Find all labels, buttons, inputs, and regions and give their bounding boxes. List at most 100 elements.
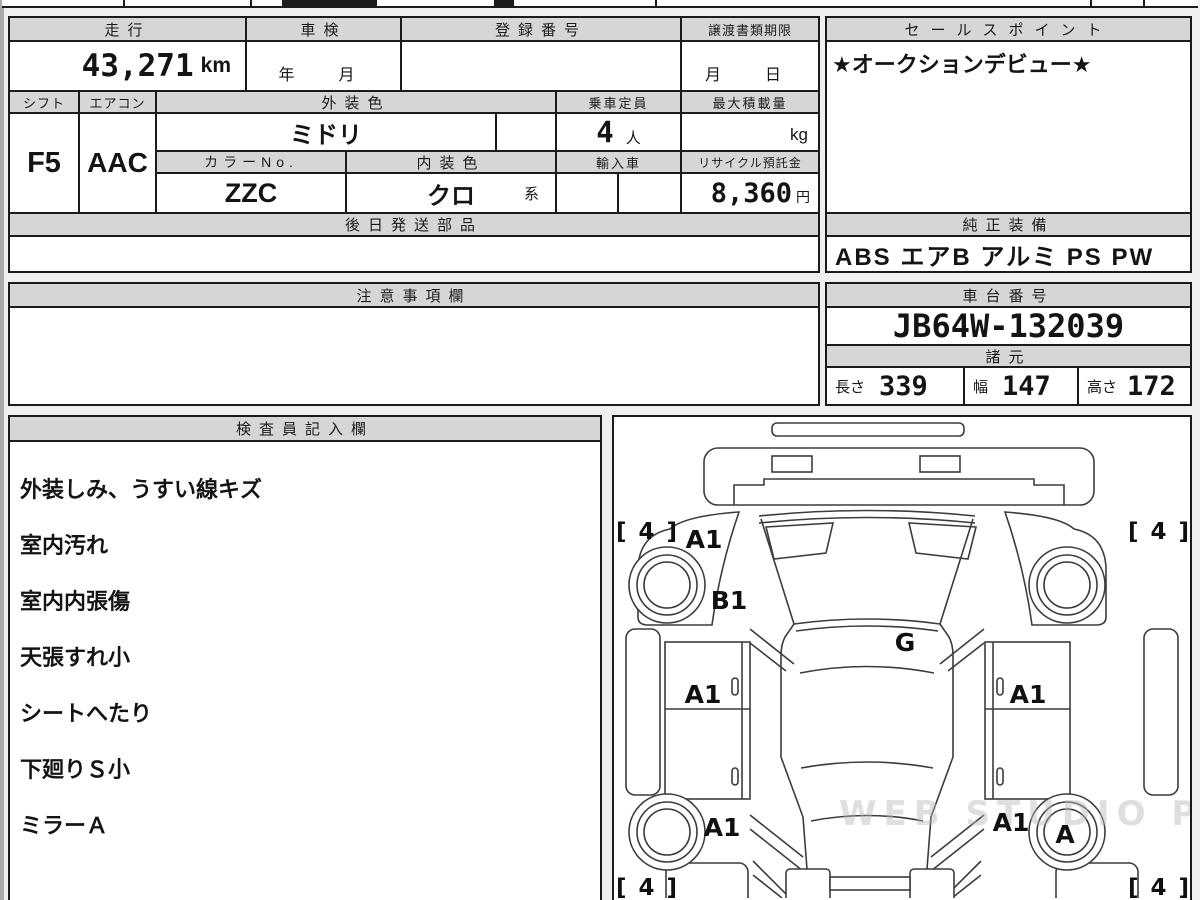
mileage-unit: km (200, 54, 231, 77)
interior-color-text: クロ (427, 182, 475, 210)
windshield-arc-2 (758, 516, 976, 524)
spec-width-value: 147 (1002, 370, 1051, 402)
capacity-unit: 人 (625, 129, 641, 147)
cowl-arc-2 (795, 625, 939, 632)
shaken-header: 車検 (245, 16, 402, 42)
cutoff-row (2, 0, 1198, 8)
sales-point-header: セールスポイント (825, 16, 1192, 42)
exterior-color-sub-empty (495, 112, 557, 152)
cutoff-text-fragment (282, 0, 377, 7)
capacity-header: 乗車定員 (555, 90, 682, 114)
color-no-header: カラーNo. (155, 150, 347, 174)
hood-edge-left (760, 518, 795, 625)
mileage-header: 走行 (8, 16, 247, 42)
aircon-header: エアコン (78, 90, 157, 114)
mark-windshield: G (895, 628, 916, 657)
max-load-value: kg (680, 112, 820, 152)
left-sill-panel (625, 628, 661, 796)
rear-bumper-center (829, 876, 911, 891)
chassis-header: 車台番号 (825, 282, 1192, 308)
front-right-wheel (1028, 546, 1106, 624)
cutoff-divider (250, 0, 252, 8)
mark-rear-left-quarter: A1 (704, 813, 741, 842)
import-header: 輸入車 (555, 150, 682, 174)
recycle-number: 8,360 (710, 177, 792, 209)
connector-front-right (939, 628, 985, 672)
spec-length-label: 長さ (835, 378, 866, 396)
cabin-arc-mid (800, 761, 934, 769)
cutoff-text-fragment (494, 0, 514, 7)
windshield-pane-left (764, 522, 835, 560)
recycle-unit: 円 (796, 189, 810, 205)
inspector-lines: 外装しみ、うすい線キズ 室内汚れ 室内内張傷 天張すれ小 シートへたり 下廻りＳ… (10, 442, 600, 874)
car-diagram: WEB STUDIO PRO [ 4 ] [ 4 ] [ 4 ] [ 4 ] A… (616, 422, 1190, 900)
front-left-wheel (628, 546, 706, 624)
import-value-empty2 (617, 172, 682, 214)
cutoff-divider (1143, 0, 1145, 8)
windshield-arc-1 (758, 509, 976, 517)
shift-header: シフト (8, 90, 80, 114)
inspector-line: シートへたり (20, 701, 153, 726)
inspector-line: 室内汚れ (20, 533, 109, 558)
exterior-color-header: 外装色 (155, 90, 557, 114)
cutoff-divider (655, 0, 657, 8)
spec-height: 高さ 172 (1077, 366, 1192, 406)
registration-value-empty (400, 40, 682, 92)
sales-point-box: ★オークションデビュー★ (825, 40, 1192, 214)
inspector-box: 外装しみ、うすい線キズ 室内汚れ 室内内張傷 天張すれ小 シートへたり 下廻りＳ… (8, 440, 602, 900)
left-door-handle-rear (731, 767, 739, 786)
mark-left-door: A1 (685, 680, 722, 709)
left-door-handle-front (731, 677, 739, 696)
spec-height-label: 高さ (1087, 378, 1118, 396)
tire-grade-rear-left: [ 4 ] (616, 875, 679, 898)
spec-width: 幅 147 (963, 366, 1079, 406)
aircon-value: AAC (78, 112, 157, 214)
transfer-docs-header: 譲渡書類期限 (680, 16, 820, 42)
inspector-header: 検査員記入欄 (8, 415, 602, 442)
max-load-header: 最大積載量 (680, 90, 820, 114)
registration-header: 登録番号 (400, 16, 682, 42)
spec-length-value: 339 (879, 370, 928, 402)
tire-grade-front-left: [ 4 ] (616, 519, 679, 545)
capacity-value: 4 人 (555, 112, 682, 152)
sales-point-text: ★オークションデビュー★ (832, 52, 1092, 77)
specs-header: 諸元 (825, 344, 1192, 368)
spec-width-label: 幅 (973, 378, 989, 396)
rear-left-wheel (628, 793, 706, 871)
spec-length: 長さ 339 (825, 366, 965, 406)
mark-rear-right-quarter: A1 (993, 808, 1030, 837)
notes-box-empty (8, 306, 820, 406)
equipment-header: 純正装備 (825, 212, 1192, 237)
mark-front-left-fender: A1 (686, 525, 723, 554)
later-parts-header: 後日発送部品 (8, 212, 820, 237)
transfer-docs-value: 月 日 (680, 40, 820, 92)
shift-value: F5 (8, 112, 80, 214)
mileage-value: 43,271 km (8, 40, 247, 92)
mark-right-door: A1 (1010, 680, 1047, 709)
right-sill-panel (1143, 628, 1179, 796)
inspector-line: 室内内張傷 (20, 589, 131, 614)
tire-grade-front-right: [ 4 ] (1128, 519, 1190, 545)
right-door-handle-rear (996, 767, 1004, 786)
chassis-value: JB64W-132039 (825, 306, 1192, 346)
tire-grade-rear-right: [ 4 ] (1128, 875, 1190, 898)
recycle-value: 8,360 円 (680, 172, 820, 214)
rear-bumper-left (785, 868, 831, 900)
inspector-line: 下廻りＳ小 (20, 757, 131, 782)
cabin-arc-front (799, 665, 935, 674)
color-no-value: ZZC (155, 172, 347, 214)
bumper-detail-left (771, 455, 813, 473)
cutoff-divider (1090, 0, 1092, 8)
right-door-handle-front (996, 677, 1004, 696)
car-diagram-box: WEB STUDIO PRO [ 4 ] [ 4 ] [ 4 ] [ 4 ] A… (612, 415, 1192, 900)
hood-edge-right (939, 518, 974, 625)
rear-bumper-right (909, 868, 955, 900)
connector-front-left (749, 628, 795, 672)
import-value-empty (555, 172, 619, 214)
front-bumper (703, 447, 1095, 506)
capacity-number: 4 (596, 115, 614, 149)
auction-sheet: { "vehicle": { "mileage_header": "走行", "… (0, 0, 1200, 900)
inspector-line: ミラーＡ (20, 813, 109, 838)
inspector-line: 外装しみ、うすい線キズ (20, 477, 263, 502)
cutoff-divider (123, 0, 125, 8)
